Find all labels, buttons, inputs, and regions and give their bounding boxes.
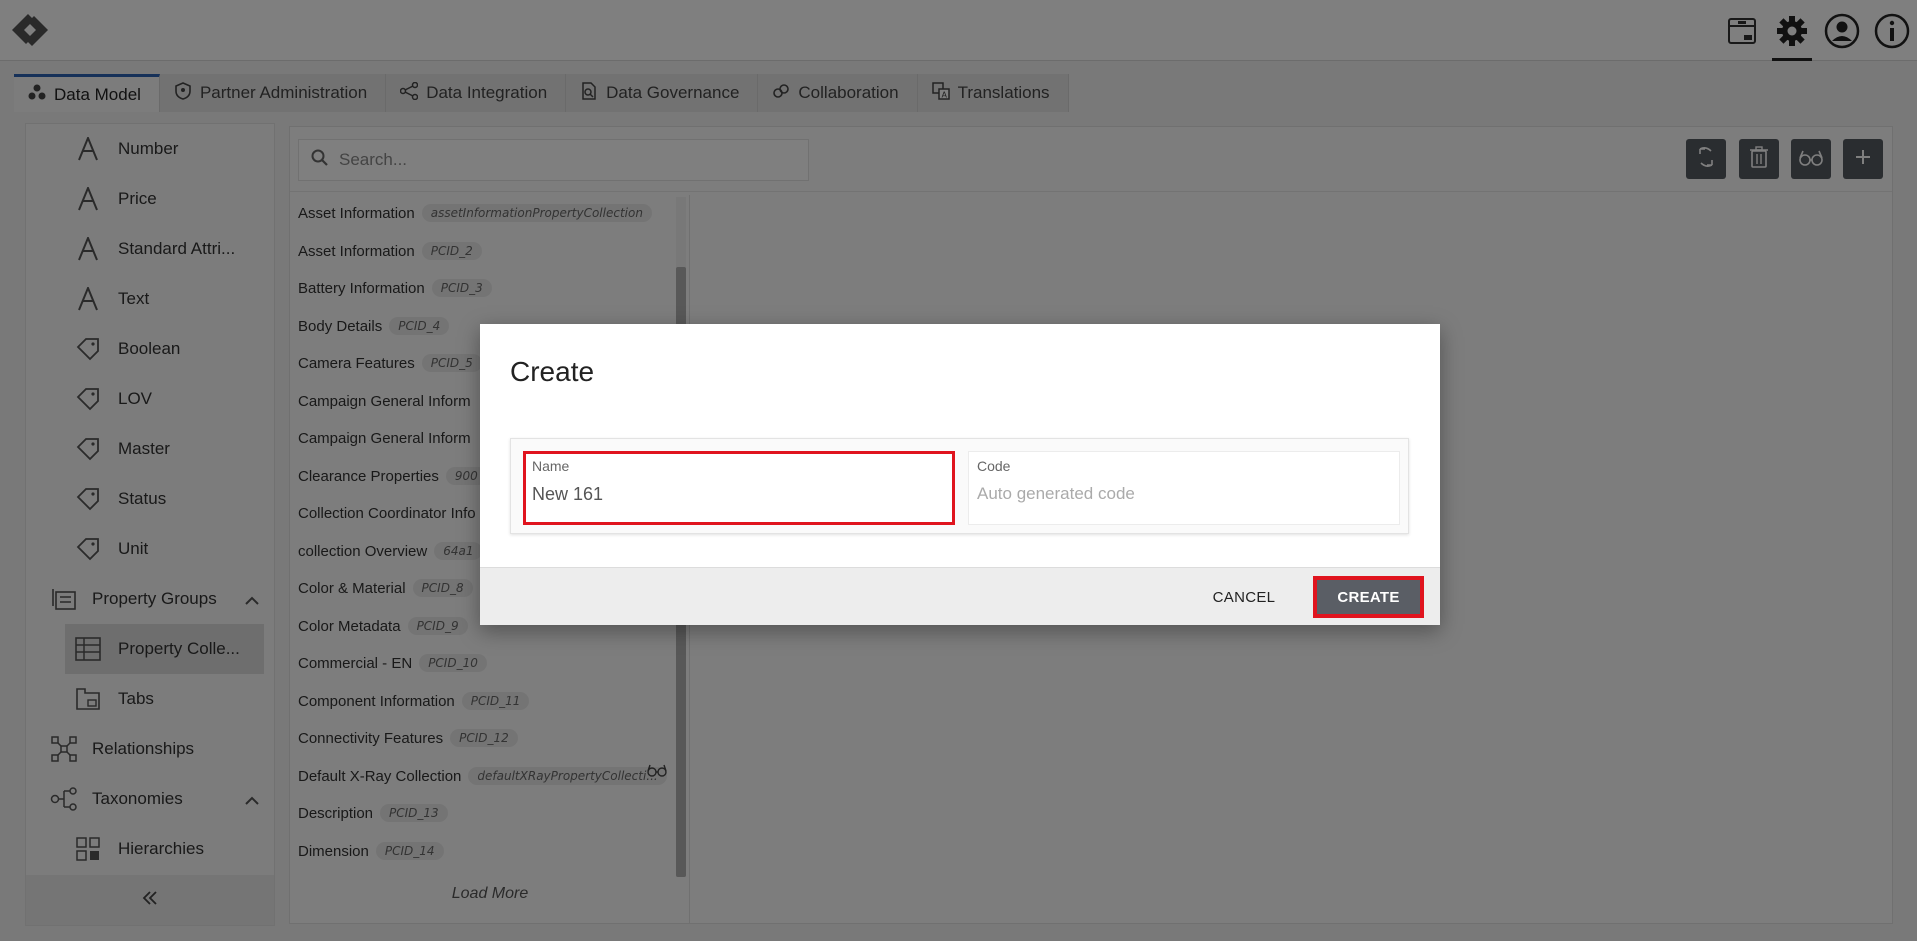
name-label: Name bbox=[532, 458, 570, 474]
name-input-value[interactable]: New 161 bbox=[532, 484, 946, 505]
create-dialog: Create Name New 161 Code Auto generated … bbox=[480, 324, 1440, 625]
code-field[interactable]: Code Auto generated code bbox=[968, 451, 1400, 525]
dialog-fields: Name New 161 Code Auto generated code bbox=[510, 438, 1409, 534]
code-input-placeholder[interactable]: Auto generated code bbox=[977, 484, 1391, 504]
dialog-footer: CANCEL CREATE bbox=[480, 567, 1440, 625]
code-label: Code bbox=[977, 458, 1011, 474]
cancel-button[interactable]: CANCEL bbox=[1200, 580, 1288, 614]
dialog-title: Create bbox=[510, 356, 595, 387]
create-button[interactable]: CREATE bbox=[1313, 576, 1424, 618]
name-field[interactable]: Name New 161 bbox=[523, 451, 955, 525]
